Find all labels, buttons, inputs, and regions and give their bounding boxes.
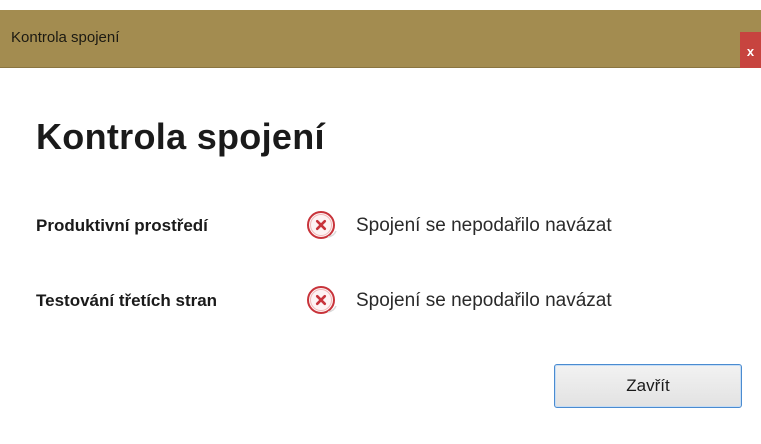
dialog-window: Kontrola spojení x Kontrola spojení Prod… xyxy=(0,0,761,444)
connection-label: Produktivní prostředí xyxy=(36,216,208,235)
connection-label: Testování třetích stran xyxy=(36,291,218,310)
titlebar[interactable]: Kontrola spojení x xyxy=(0,10,761,72)
page-title: Kontrola spojení xyxy=(36,116,325,157)
error-icon xyxy=(307,211,337,239)
dialog-content: Kontrola spojení Produktivní prostředí S… xyxy=(0,68,761,444)
close-button[interactable]: Zavřít xyxy=(554,364,742,408)
close-window-button[interactable]: x xyxy=(740,32,761,72)
error-icon xyxy=(307,286,337,314)
connection-row-third-party: Testování třetích stran Spojení se nepod… xyxy=(36,281,736,321)
connection-status-text: Spojení se nepodařilo navázat xyxy=(356,290,612,311)
connection-status-text: Spojení se nepodařilo navázat xyxy=(356,215,612,236)
window-title: Kontrola spojení xyxy=(11,29,120,46)
titlebar-top-strip xyxy=(0,0,761,10)
connection-row-production: Produktivní prostředí Spojení se nepodař… xyxy=(36,206,736,246)
